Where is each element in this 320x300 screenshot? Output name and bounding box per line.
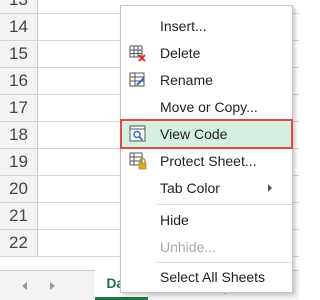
menu-item-insert[interactable]: Insert... [121, 12, 292, 40]
menu-item-delete[interactable]: Delete [121, 39, 292, 67]
menu-item-label: Select All Sheets [160, 269, 266, 285]
scroll-left-icon[interactable] [22, 282, 27, 290]
menu-item-label: Delete [160, 45, 201, 61]
row-number[interactable]: 19 [0, 149, 38, 175]
menu-item-unhide: Unhide... [121, 233, 292, 261]
row-number[interactable]: 22 [0, 230, 38, 256]
menu-item-view-code[interactable]: View Code [120, 119, 293, 149]
menu-item-label: Hide [160, 212, 189, 228]
delete-sheet-icon [129, 45, 146, 62]
menu-item-label: Insert... [160, 18, 207, 34]
sheet-context-menu: Insert... Delete Rename Move or Copy... [120, 5, 293, 293]
menu-item-move-or-copy[interactable]: Move or Copy... [121, 93, 292, 121]
menu-item-protect-sheet[interactable]: Protect Sheet... [121, 147, 292, 175]
menu-item-label: Rename [160, 72, 213, 88]
row-number[interactable]: 21 [0, 203, 38, 229]
menu-item-label: Move or Copy... [160, 99, 258, 115]
row-number[interactable]: 17 [0, 95, 38, 121]
protect-sheet-icon [129, 152, 147, 170]
menu-item-label: View Code [160, 126, 228, 142]
submenu-arrow-icon [268, 184, 272, 192]
menu-item-hide[interactable]: Hide [121, 206, 292, 234]
view-code-icon [129, 125, 146, 142]
menu-item-label: Protect Sheet... [160, 153, 257, 169]
menu-item-rename[interactable]: Rename [121, 66, 292, 94]
row-number[interactable]: 16 [0, 68, 38, 94]
row-number[interactable]: 14 [0, 14, 38, 40]
menu-separator [155, 204, 292, 205]
rename-sheet-icon [129, 72, 145, 87]
row-number[interactable]: 13 [0, 0, 38, 13]
row-number[interactable]: 15 [0, 41, 38, 67]
row-number[interactable]: 20 [0, 176, 38, 202]
scroll-right-icon[interactable] [50, 282, 55, 290]
menu-item-tab-color[interactable]: Tab Color [121, 174, 292, 202]
menu-item-label: Tab Color [160, 180, 220, 196]
row-number[interactable]: 18 [0, 122, 38, 148]
menu-item-label: Unhide... [160, 239, 217, 255]
menu-item-select-all-sheets[interactable]: Select All Sheets [121, 263, 292, 291]
